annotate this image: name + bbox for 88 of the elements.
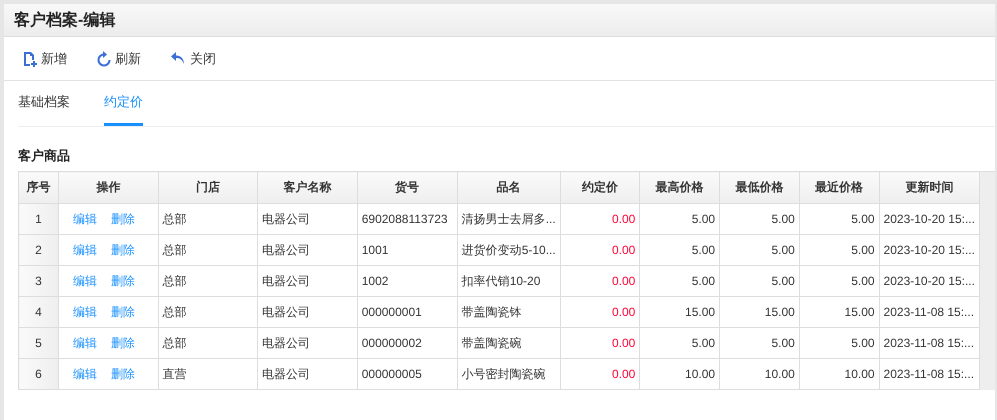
table-cell: 电器公司 bbox=[258, 358, 358, 390]
table-cell: 5.00 bbox=[720, 204, 800, 234]
table-cell: 电器公司 bbox=[258, 234, 358, 266]
column-header: 更新时间 bbox=[879, 172, 980, 204]
table-cell: 10.00 bbox=[799, 358, 880, 390]
close-button[interactable]: 关闭 bbox=[169, 48, 218, 70]
add-file-icon bbox=[22, 50, 37, 66]
delete-link[interactable]: 删除 bbox=[110, 210, 135, 228]
column-header: 品名 bbox=[457, 172, 560, 204]
table-cell: 5.00 bbox=[720, 266, 800, 296]
edit-link[interactable]: 编辑 bbox=[72, 272, 97, 290]
row-number: 6 bbox=[18, 358, 58, 390]
table-cell: 电器公司 bbox=[258, 266, 358, 296]
table-cell: 0.00 bbox=[560, 328, 640, 358]
table-cell: 5.00 bbox=[640, 204, 720, 234]
table-cell: 总部 bbox=[158, 328, 258, 358]
table-cell: 总部 bbox=[158, 266, 258, 296]
edit-link[interactable]: 编辑 bbox=[72, 366, 97, 382]
scrollbar[interactable] bbox=[980, 171, 995, 390]
column-header: 最近价格 bbox=[799, 172, 880, 204]
column-header: 最高价格 bbox=[640, 172, 720, 204]
column-header: 操作 bbox=[58, 172, 158, 204]
table-cell: 10.00 bbox=[640, 358, 720, 390]
refresh-icon bbox=[97, 50, 111, 66]
table-cell: 5.00 bbox=[720, 328, 800, 358]
column-header: 序号 bbox=[18, 172, 58, 204]
delete-link[interactable]: 删除 bbox=[110, 304, 135, 320]
table-cell: 0.00 bbox=[560, 204, 640, 234]
table-cell: 6902088113723 bbox=[357, 204, 458, 234]
table-cell: 总部 bbox=[158, 234, 258, 266]
delete-link[interactable]: 删除 bbox=[110, 334, 135, 352]
undo-arrow-icon bbox=[171, 52, 186, 65]
table-cell: 0.00 bbox=[560, 358, 640, 390]
delete-link[interactable]: 删除 bbox=[110, 366, 135, 382]
table-cell: 5.00 bbox=[720, 234, 800, 266]
row-number: 5 bbox=[18, 328, 58, 358]
add-button[interactable]: 新增 bbox=[20, 48, 69, 70]
table-cell: 带盖陶瓷钵 bbox=[457, 296, 560, 328]
table-cell: 10.00 bbox=[720, 358, 800, 390]
delete-link[interactable]: 删除 bbox=[110, 242, 135, 258]
table-cell: 电器公司 bbox=[258, 204, 358, 234]
table-cell: 0.00 bbox=[560, 266, 640, 296]
table-cell: 带盖陶瓷碗 bbox=[457, 328, 560, 358]
tab[interactable]: 基础档案 bbox=[18, 81, 70, 126]
table-cell: 0.00 bbox=[560, 296, 640, 328]
row-number: 4 bbox=[18, 296, 58, 328]
table-cell: 电器公司 bbox=[258, 296, 358, 328]
row-number: 2 bbox=[18, 234, 58, 266]
table-cell: 小号密封陶瓷碗 bbox=[457, 358, 560, 390]
table-cell: 000000001 bbox=[357, 296, 458, 328]
table-cell: 5.00 bbox=[640, 328, 720, 358]
table-cell: 15.00 bbox=[720, 296, 800, 328]
table-cell: 15.00 bbox=[799, 296, 880, 328]
edit-link[interactable]: 编辑 bbox=[72, 334, 97, 352]
table-cell: 直营 bbox=[158, 358, 258, 390]
row-number: 3 bbox=[18, 266, 58, 296]
table-cell: 电器公司 bbox=[258, 328, 358, 358]
edit-link[interactable]: 编辑 bbox=[72, 242, 97, 258]
column-header: 客户名称 bbox=[258, 172, 358, 204]
edit-link[interactable]: 编辑 bbox=[72, 304, 97, 320]
column-header: 约定价 bbox=[560, 172, 640, 204]
table-cell: 5.00 bbox=[640, 234, 720, 266]
table-cell: 5.00 bbox=[640, 266, 720, 296]
window-title: 客户档案-编辑 bbox=[4, 4, 995, 37]
table-cell: 5.00 bbox=[799, 266, 880, 296]
section-title: 客户商品 bbox=[18, 147, 71, 165]
table-cell: 0.00 bbox=[560, 234, 640, 266]
column-header: 门店 bbox=[158, 172, 258, 204]
tab[interactable]: 约定价 bbox=[104, 81, 143, 126]
column-header: 货号 bbox=[357, 172, 458, 204]
column-header: 最低价格 bbox=[720, 172, 800, 204]
table-cell: 15.00 bbox=[640, 296, 720, 328]
table-cell: 000000002 bbox=[357, 328, 458, 358]
table-cell: 进货价变动5-10... bbox=[457, 234, 560, 266]
table-cell: 总部 bbox=[158, 296, 258, 328]
table-cell: 5.00 bbox=[799, 234, 880, 266]
refresh-button[interactable]: 刷新 bbox=[95, 48, 143, 70]
table-cell: 清扬男士去屑多... bbox=[457, 204, 560, 234]
table-cell: 1001 bbox=[357, 234, 458, 266]
table-cell: 000000005 bbox=[357, 358, 458, 390]
table-cell: 5.00 bbox=[799, 328, 880, 358]
table-cell: 扣率代销10-20 bbox=[457, 266, 560, 296]
table-cell: 5.00 bbox=[799, 204, 880, 234]
table-cell: 1002 bbox=[357, 266, 458, 296]
delete-link[interactable]: 删除 bbox=[110, 272, 135, 290]
table-cell: 总部 bbox=[158, 204, 258, 234]
row-number: 1 bbox=[18, 204, 58, 234]
edit-link[interactable]: 编辑 bbox=[72, 210, 97, 228]
